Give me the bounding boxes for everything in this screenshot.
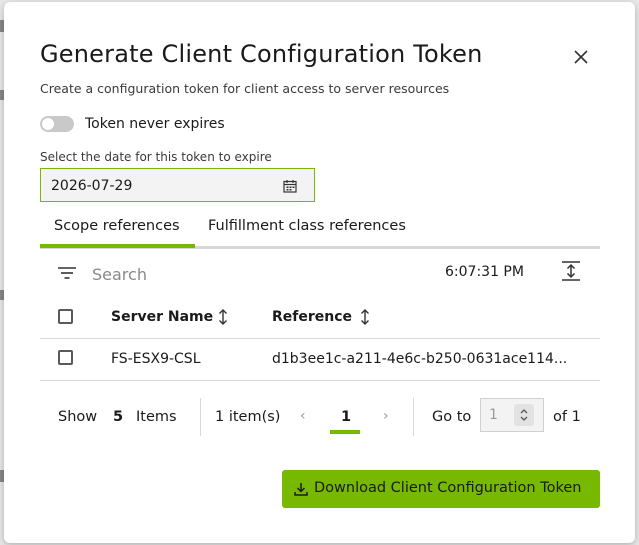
item-count: 1 item(s) (215, 409, 281, 425)
row-density-icon[interactable] (560, 260, 582, 282)
references-table: Server Name Reference FS-ESX9-CSL d1b3ee… (40, 298, 600, 381)
column-header-server-name[interactable]: Server Name (111, 309, 213, 325)
expiry-date-label: Select the date for this token to expire (40, 150, 272, 164)
select-all-checkbox[interactable] (58, 309, 73, 324)
close-button[interactable] (570, 46, 592, 68)
never-expires-toggle[interactable] (40, 116, 74, 132)
stepper-arrows-icon (520, 409, 528, 421)
prev-page-button[interactable]: ‹ (300, 408, 306, 424)
cell-reference: d1b3ee1c-a211-4e6c-b250-0631ace114... (272, 351, 568, 367)
never-expires-label: Token never expires (85, 116, 225, 132)
table-row[interactable]: FS-ESX9-CSL d1b3ee1c-a211-4e6c-b250-0631… (40, 339, 600, 381)
total-pages: of 1 (553, 409, 581, 425)
current-page-indicator (330, 430, 360, 434)
download-icon (294, 483, 308, 496)
refresh-time: 6:07:31 PM (445, 264, 524, 280)
current-page[interactable]: 1 (341, 409, 351, 425)
page-size-label: Show (58, 409, 98, 425)
close-icon (574, 50, 588, 64)
goto-page-stepper[interactable] (514, 404, 534, 426)
tab-scope-references[interactable]: Scope references (54, 218, 180, 234)
page-size-select[interactable]: 5 (113, 409, 123, 425)
divider (413, 398, 414, 436)
filter-icon[interactable] (57, 266, 77, 280)
cell-server-name: FS-ESX9-CSL (111, 351, 201, 367)
download-token-button[interactable]: Download Client Configuration Token (282, 470, 600, 508)
goto-page-input[interactable]: 1 (480, 398, 544, 432)
calendar-icon[interactable] (283, 179, 297, 193)
config-token-dialog: Generate Client Configuration Token Crea… (4, 2, 635, 543)
search-input[interactable] (90, 264, 244, 285)
pagination-bar: Show 5 Items 1 item(s) ‹ 1 › Go to 1 of … (40, 392, 600, 442)
dialog-subtitle: Create a configuration token for client … (40, 81, 450, 96)
expiry-date-field[interactable]: 2026-07-29 (40, 168, 315, 202)
column-header-reference[interactable]: Reference (272, 309, 352, 325)
table-header-row: Server Name Reference (40, 298, 600, 339)
sort-icon[interactable] (217, 308, 229, 326)
reference-tabs: Scope references Fulfillment class refer… (40, 212, 600, 249)
download-token-label: Download Client Configuration Token (314, 480, 582, 496)
active-tab-indicator (40, 244, 195, 248)
goto-page-value: 1 (489, 407, 498, 423)
expiry-date-value: 2026-07-29 (51, 178, 133, 194)
dialog-title: Generate Client Configuration Token (40, 40, 483, 68)
goto-label: Go to (432, 409, 472, 425)
page-size-items-label: Items (136, 409, 177, 425)
tab-fulfillment-class-references[interactable]: Fulfillment class references (208, 218, 406, 234)
divider (200, 398, 201, 436)
row-checkbox[interactable] (58, 350, 73, 365)
toggle-knob (42, 118, 54, 130)
sort-icon[interactable] (359, 308, 371, 326)
next-page-button[interactable]: › (383, 408, 389, 424)
